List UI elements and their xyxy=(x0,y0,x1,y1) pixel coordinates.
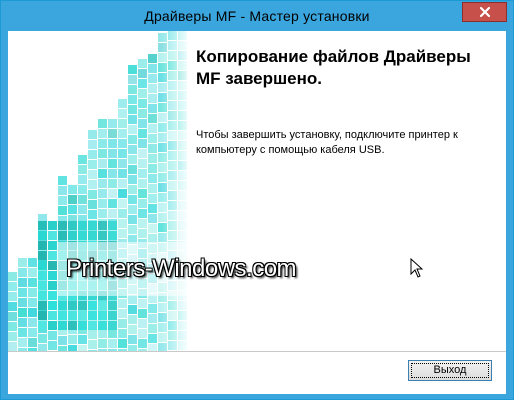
heading-line-1: Копирование файлов Драйверы xyxy=(196,47,471,66)
instruction-message: Чтобы завершить установку, подключите пр… xyxy=(196,128,496,158)
watermark: Printers-Windows.com xyxy=(66,255,297,282)
installer-window: Драйверы MF - Мастер установки Копирован… xyxy=(0,0,514,400)
message-line-1: Чтобы завершить установку, подключите пр… xyxy=(196,129,458,141)
footer-separator xyxy=(8,351,506,353)
window-title: Драйверы MF - Мастер установки xyxy=(144,8,370,24)
title-bar[interactable]: Драйверы MF - Мастер установки xyxy=(1,1,513,31)
close-icon xyxy=(479,6,491,18)
decorative-cube-graphic xyxy=(8,31,188,351)
heading-line-2: MF завершено. xyxy=(196,69,323,88)
completion-heading: Копирование файлов Драйверы MF завершено… xyxy=(196,46,496,90)
message-line-2: компьютеру с помощью кабеля USB. xyxy=(196,144,385,156)
close-button[interactable] xyxy=(462,2,507,22)
exit-button[interactable]: Выход xyxy=(408,360,492,381)
mouse-pointer-icon xyxy=(410,258,424,278)
wizard-page: Копирование файлов Драйверы MF завершено… xyxy=(8,31,506,394)
